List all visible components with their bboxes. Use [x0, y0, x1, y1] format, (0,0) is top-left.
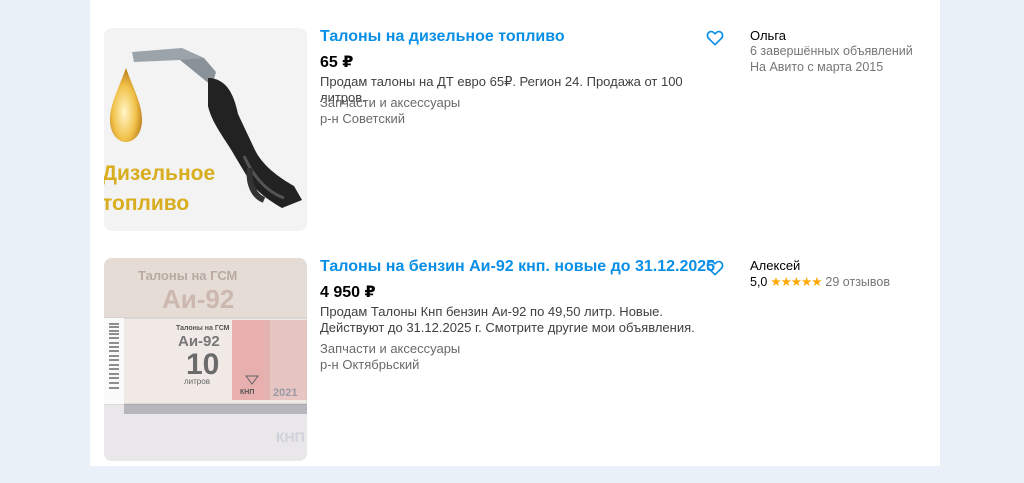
- coupon-unit: литров: [184, 377, 210, 386]
- rating-stars-icon: ★★★★★: [770, 275, 822, 289]
- listing-district: р-н Октябрьский: [320, 357, 420, 372]
- listing-card: Талоны на ГСМ Аи-92 Талоны на ГСМ Аи-92 …: [104, 258, 924, 461]
- listing-category[interactable]: Запчасти и аксессуары: [320, 95, 460, 110]
- coupon-brand: КНП: [240, 389, 254, 396]
- listing-district: р-н Советский: [320, 111, 406, 126]
- seller-name[interactable]: Алексей: [750, 258, 950, 273]
- image-caption-1: Дизельное: [104, 162, 215, 185]
- coupon-fuel-faded: Аи-92: [162, 284, 234, 314]
- coupon-brand-faded: КНП: [276, 429, 305, 445]
- coupon-header: Талоны на ГСМ: [176, 325, 230, 332]
- fuel-coupon-image: Талоны на ГСМ Аи-92 Талоны на ГСМ Аи-92 …: [104, 258, 307, 461]
- heart-outline-icon[interactable]: [705, 28, 725, 48]
- heart-outline-icon[interactable]: [705, 258, 725, 278]
- listing-description: Продам Талоны Кнп бензин Аи-92 по 49,50 …: [320, 304, 695, 335]
- seller-info: Ольга 6 завершённых объявлений На Авито …: [750, 28, 950, 75]
- reviews-count[interactable]: 29 отзывов: [825, 275, 890, 289]
- listing-price: 65 ₽: [320, 54, 354, 71]
- seller-rating[interactable]: 5,0 ★★★★★ 29 отзывов: [750, 274, 950, 290]
- listing-photo[interactable]: Талоны на ГСМ Аи-92 Талоны на ГСМ Аи-92 …: [104, 258, 307, 461]
- rating-value: 5,0: [750, 275, 768, 289]
- seller-info: Алексей 5,0 ★★★★★ 29 отзывов: [750, 258, 950, 290]
- listing-category[interactable]: Запчасти и аксессуары: [320, 341, 460, 356]
- coupon-header-faded: Талоны на ГСМ: [138, 268, 237, 283]
- listing-photo[interactable]: Дизельное топливо: [104, 28, 307, 231]
- listings-panel: Дизельное топливо Талоны на дизельное то…: [90, 0, 940, 466]
- image-caption-2: топливо: [104, 192, 189, 215]
- listing-price: 4 950 ₽: [320, 284, 376, 301]
- coupon-year: 2021: [273, 387, 297, 399]
- seller-name[interactable]: Ольга: [750, 28, 950, 43]
- seller-since: На Авито с марта 2015: [750, 60, 884, 74]
- seller-completed-count: 6 завершённых объявлений: [750, 44, 913, 58]
- listing-card: Дизельное топливо Талоны на дизельное то…: [104, 28, 924, 231]
- diesel-nozzle-image: Дизельное топливо: [104, 28, 307, 231]
- listing-title[interactable]: Талоны на бензин Аи-92 кнп. новые до 31.…: [320, 258, 715, 276]
- listing-title[interactable]: Талоны на дизельное топливо: [320, 28, 565, 46]
